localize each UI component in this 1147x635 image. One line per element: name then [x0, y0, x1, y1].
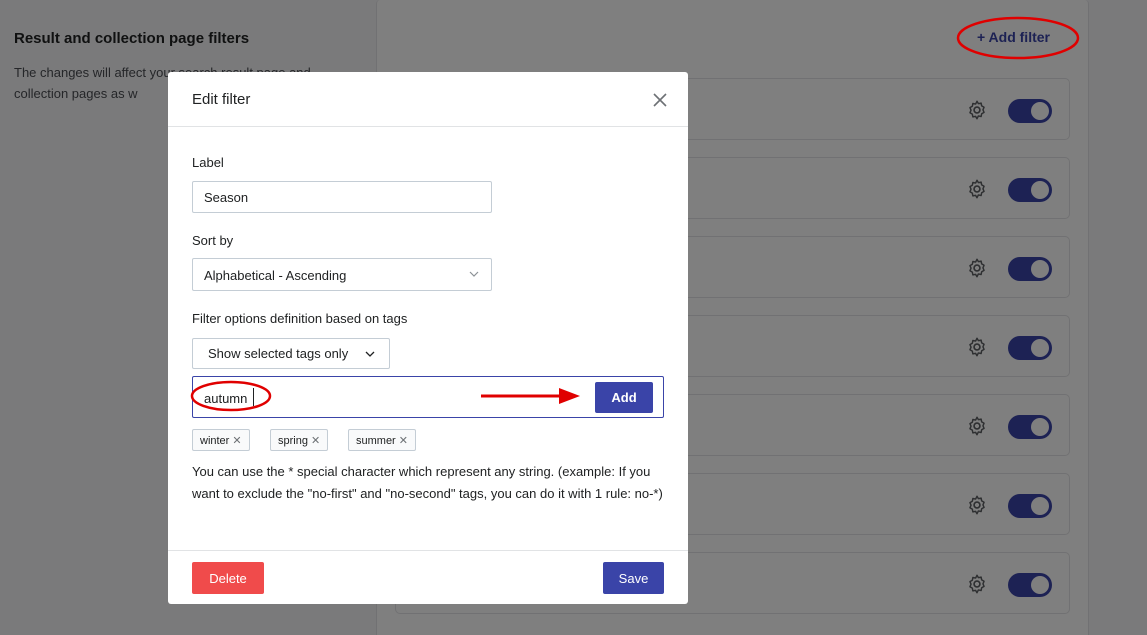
save-button[interactable]: Save	[603, 562, 664, 594]
tag-input-field[interactable]: autumn Add	[192, 376, 664, 418]
tag-chip-label: spring	[278, 435, 308, 447]
close-button[interactable]	[650, 90, 670, 110]
close-icon	[653, 93, 667, 107]
tag-mode-dropdown[interactable]: Show selected tags only	[192, 338, 390, 369]
tag-mode-label: Show selected tags only	[208, 346, 349, 361]
edit-filter-modal: Edit filter Label Sort by Alphabetical -…	[168, 72, 688, 604]
tag-chip: summer ✕	[348, 429, 416, 451]
tag-input-value[interactable]: autumn	[204, 391, 247, 406]
tag-chip-label: winter	[200, 435, 230, 447]
remove-tag-icon[interactable]: ✕	[399, 435, 408, 447]
chevron-down-icon	[469, 271, 479, 277]
tag-chip: spring ✕	[270, 429, 329, 451]
label-field-label: Label	[192, 155, 224, 170]
add-tag-button[interactable]: Add	[595, 382, 653, 413]
tag-chip-label: summer	[356, 435, 396, 447]
modal-footer: Delete Save	[168, 550, 688, 604]
chevron-down-icon	[365, 351, 375, 357]
sort-by-value: Alphabetical - Ascending	[204, 268, 347, 283]
sort-by-label: Sort by	[192, 233, 234, 248]
modal-title: Edit filter	[192, 91, 251, 108]
remove-tag-icon[interactable]: ✕	[311, 435, 320, 447]
tag-chip: winter ✕	[192, 429, 250, 451]
remove-tag-icon[interactable]: ✕	[232, 435, 241, 447]
text-caret	[253, 388, 254, 406]
label-input[interactable]	[192, 181, 492, 213]
tags-section-label: Filter options definition based on tags	[192, 311, 408, 326]
modal-header: Edit filter	[168, 72, 688, 127]
help-text: You can use the * special character whic…	[192, 464, 663, 501]
sort-by-select[interactable]: Alphabetical - Ascending	[192, 258, 492, 291]
delete-button[interactable]: Delete	[192, 562, 264, 594]
